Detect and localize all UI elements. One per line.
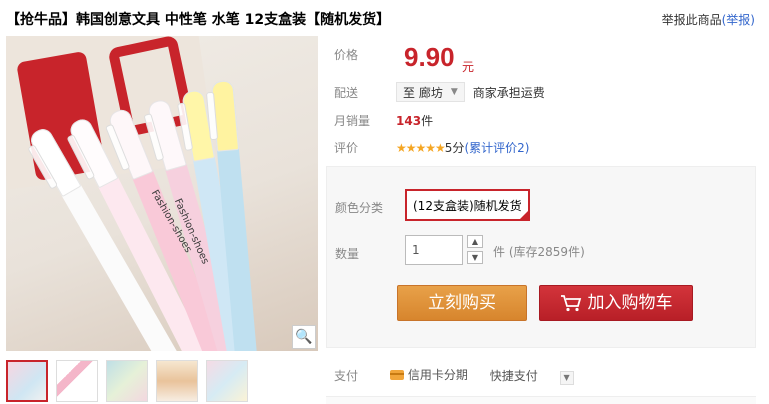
rating-label: 评价 xyxy=(334,141,359,155)
main-product-image[interactable]: Fashion-shoes Fashion-shoes 🔍 xyxy=(6,36,318,351)
cart-icon xyxy=(560,295,581,312)
chevron-down-icon: ▼ xyxy=(450,87,458,97)
add-to-cart-label: 加入购物车 xyxy=(587,293,673,313)
price-value: 9.90 xyxy=(404,42,455,72)
payment-row: 支付 信用卡分期 快捷支付 ▼ xyxy=(334,366,574,385)
product-title: 【抢牛品】韩国创意文具 中性笔 水笔 12支盒装【随机发货】 xyxy=(6,12,391,28)
star-rating-icon: ★★★★★ xyxy=(396,141,446,155)
quick-pay[interactable]: 快捷支付 xyxy=(490,367,538,384)
price-unit: 元 xyxy=(462,60,475,74)
review-count-link[interactable]: (累计评价2) xyxy=(464,141,529,155)
rating-score: 5分 xyxy=(444,141,465,155)
color-option-selected[interactable]: (12支盒装)随机发货 xyxy=(405,189,530,221)
sales-label: 月销量 xyxy=(334,114,371,128)
thumbnail-4[interactable] xyxy=(156,360,198,402)
qty-unit: 件 xyxy=(493,245,506,259)
color-label: 颜色分类 xyxy=(335,201,384,215)
thumbnail-2[interactable] xyxy=(56,360,98,402)
options-panel: 颜色分类 (12支盒装)随机发货 数量 1 ▲ ▼ 件 (库存2859件) 立刻… xyxy=(326,166,756,348)
ship-location: 至 廊坊 xyxy=(403,85,443,100)
rating-row: 评价 ★★★★★5分(累计评价2) xyxy=(334,139,529,156)
stock-count: (库存2859件) xyxy=(508,245,585,259)
quantity-input[interactable]: 1 xyxy=(405,235,463,265)
zoom-icon[interactable]: 🔍 xyxy=(292,325,316,349)
sales-unit: 件 xyxy=(421,114,434,128)
thumbnail-strip xyxy=(6,360,248,402)
report-text: 举报此商品 xyxy=(661,13,722,27)
buy-now-button[interactable]: 立刻购买 xyxy=(397,285,527,321)
shipping-row: 配送 至 廊坊 ▼ 商家承担运费 xyxy=(334,82,545,102)
quantity-row: 数量 1 ▲ ▼ 件 (库存2859件) xyxy=(335,235,635,277)
quick-pay-label: 快捷支付 xyxy=(489,368,538,383)
credit-installment-label: 信用卡分期 xyxy=(407,368,468,382)
add-to-cart-button[interactable]: 加入购物车 xyxy=(539,285,693,321)
thumbnail-3[interactable] xyxy=(106,360,148,402)
thumbnail-1[interactable] xyxy=(6,360,48,402)
qty-increase-icon[interactable]: ▲ xyxy=(467,235,483,248)
stock-info: 件 (库存2859件) xyxy=(493,243,585,260)
thumbnail-5[interactable] xyxy=(206,360,248,402)
report-product[interactable]: 举报此商品(举报) xyxy=(662,11,755,28)
color-row: 颜色分类 (12支盒装)随机发货 xyxy=(335,189,635,221)
price-label: 价格 xyxy=(334,48,359,62)
ship-location-select[interactable]: 至 廊坊 ▼ xyxy=(396,82,465,102)
divider xyxy=(326,396,756,404)
qty-label: 数量 xyxy=(335,247,360,261)
report-link[interactable]: (举报) xyxy=(722,13,755,27)
price-row: 价格 9.90 元 xyxy=(334,42,474,74)
sales-count: 143 xyxy=(396,114,422,128)
ship-note: 商家承担运费 xyxy=(472,85,545,100)
sales-row: 月销量 143件 xyxy=(334,112,433,129)
pay-label: 支付 xyxy=(334,368,359,383)
credit-installment[interactable]: 信用卡分期 xyxy=(389,366,468,383)
chevron-down-icon[interactable]: ▼ xyxy=(559,370,574,385)
ship-label: 配送 xyxy=(334,85,359,100)
qty-decrease-icon[interactable]: ▼ xyxy=(467,251,483,264)
credit-card-icon xyxy=(389,369,404,380)
